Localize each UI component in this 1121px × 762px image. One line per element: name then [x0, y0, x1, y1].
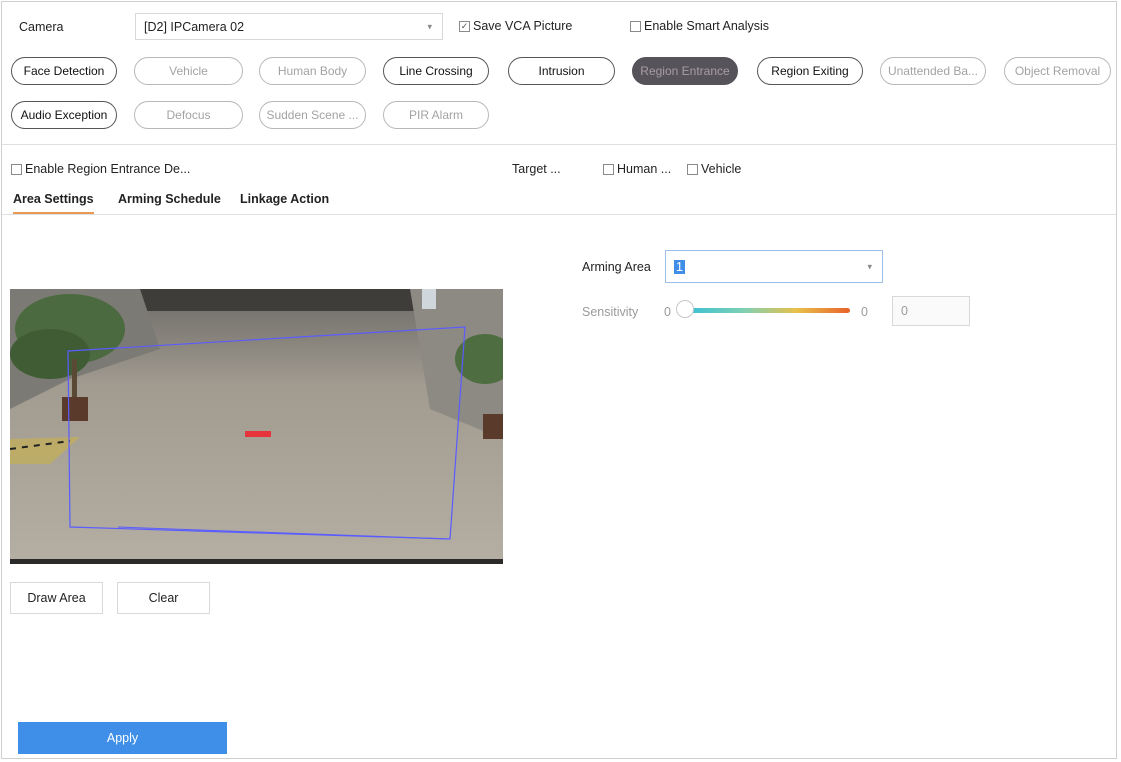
- tab-area-settings[interactable]: Area Settings: [13, 192, 94, 214]
- sensitivity-slider-handle[interactable]: [676, 300, 694, 318]
- arming-area-select[interactable]: 1 ▾: [665, 250, 883, 283]
- tab-arming-schedule[interactable]: Arming Schedule: [118, 192, 221, 206]
- apply-button[interactable]: Apply: [18, 722, 227, 754]
- sensitivity-max-label: 0: [861, 305, 868, 319]
- tab-linkage-action[interactable]: Linkage Action: [240, 192, 329, 206]
- camera-select-value: [D2] IPCamera 02: [144, 19, 245, 34]
- target-human-label: Human ...: [617, 162, 672, 176]
- event-defocus[interactable]: Defocus: [134, 101, 243, 129]
- sensitivity-input-value: 0: [901, 304, 908, 318]
- event-human-body[interactable]: Human Body: [259, 57, 366, 85]
- clear-button[interactable]: Clear: [117, 582, 210, 614]
- arming-area-label: Arming Area: [582, 260, 651, 274]
- event-face-detection[interactable]: Face Detection: [11, 57, 117, 85]
- checkbox-box: [630, 20, 641, 32]
- event-audio-exception[interactable]: Audio Exception: [11, 101, 117, 129]
- enable-region-entrance-checkbox[interactable]: Enable Region Entrance De...: [11, 162, 190, 176]
- checkmark-icon: ✓: [459, 20, 470, 32]
- event-unattended-baggage[interactable]: Unattended Ba...: [880, 57, 986, 85]
- event-region-exiting[interactable]: Region Exiting: [757, 57, 863, 85]
- event-pir-alarm[interactable]: PIR Alarm: [383, 101, 489, 129]
- camera-preview[interactable]: [10, 289, 503, 564]
- target-label: Target ...: [512, 162, 561, 176]
- draw-area-button[interactable]: Draw Area: [10, 582, 103, 614]
- camera-select[interactable]: [D2] IPCamera 02 ▾: [135, 13, 443, 40]
- target-human-checkbox[interactable]: Human ...: [603, 162, 671, 176]
- event-intrusion[interactable]: Intrusion: [508, 57, 615, 85]
- target-vehicle-label: Vehicle: [701, 162, 742, 176]
- enable-region-entrance-label: Enable Region Entrance De...: [25, 162, 191, 176]
- checkbox-box: [11, 163, 22, 175]
- enable-smart-analysis-label: Enable Smart Analysis: [644, 19, 770, 33]
- save-vca-checkbox[interactable]: ✓ Save VCA Picture: [459, 19, 572, 33]
- enable-smart-analysis-checkbox[interactable]: Enable Smart Analysis: [630, 19, 769, 33]
- checkbox-box: [687, 163, 698, 175]
- divider: [2, 144, 1116, 145]
- sensitivity-input[interactable]: 0: [892, 296, 970, 326]
- event-region-entrance[interactable]: Region Entrance: [632, 57, 738, 85]
- event-object-removal[interactable]: Object Removal: [1004, 57, 1111, 85]
- event-vehicle[interactable]: Vehicle: [134, 57, 243, 85]
- sensitivity-label: Sensitivity: [582, 305, 639, 319]
- tab-divider: [2, 214, 1116, 215]
- save-vca-label: Save VCA Picture: [473, 19, 573, 33]
- event-sudden-scene-change[interactable]: Sudden Scene ...: [259, 101, 366, 129]
- camera-preview-image: [10, 289, 503, 564]
- arming-area-value: 1: [674, 259, 685, 274]
- chevron-down-icon: ▾: [427, 21, 432, 31]
- sensitivity-min-label: 0: [664, 305, 671, 319]
- chevron-down-icon: ▾: [867, 261, 872, 271]
- sensitivity-slider-track[interactable]: [690, 308, 850, 313]
- event-line-crossing[interactable]: Line Crossing: [383, 57, 489, 85]
- camera-label: Camera: [19, 20, 64, 34]
- checkbox-box: [603, 163, 614, 175]
- target-vehicle-checkbox[interactable]: Vehicle: [687, 162, 741, 176]
